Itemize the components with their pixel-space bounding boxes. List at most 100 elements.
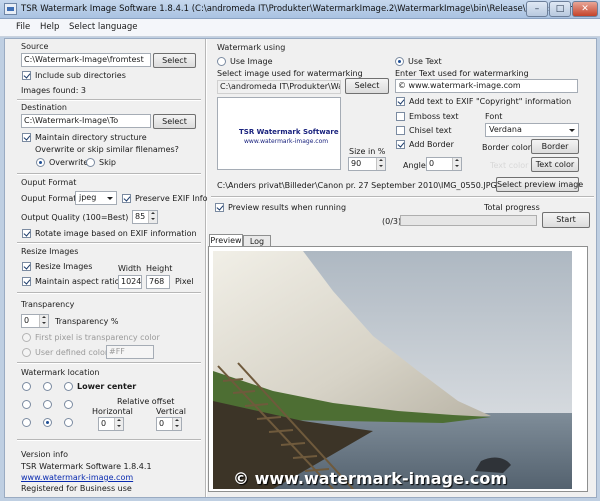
select-preview-button[interactable]: Select preview image xyxy=(496,177,583,192)
include-subdirs-label: Include sub directories xyxy=(35,71,126,80)
chevron-down-icon xyxy=(569,129,575,135)
vertical-offset-stepper[interactable]: 0 xyxy=(156,417,182,431)
source-path-field[interactable]: C:\Watermark-Image\fromtest xyxy=(21,53,151,67)
text-color-button[interactable]: Text color xyxy=(531,157,579,172)
preserve-exif-checkbox[interactable] xyxy=(122,194,131,203)
preview-running-checkbox[interactable] xyxy=(215,203,224,212)
width-field[interactable]: 1024 xyxy=(118,275,142,289)
quality-stepper[interactable]: 85 xyxy=(132,210,158,224)
preview-pane: © www.watermark-image.com xyxy=(208,246,588,492)
destination-header: Destination xyxy=(21,103,67,112)
watermark-text-field[interactable]: © www.watermark-image.com xyxy=(395,79,578,93)
emboss-checkbox[interactable] xyxy=(396,112,405,121)
registered-label: Registered for Business use xyxy=(21,484,132,493)
chisel-checkbox[interactable] xyxy=(396,126,405,135)
menu-select-language[interactable]: Select language xyxy=(69,22,138,32)
overwrite-radio[interactable] xyxy=(36,158,45,167)
pixel-unit-label: Pixel xyxy=(175,277,194,286)
location-radio-middle-left[interactable] xyxy=(22,400,31,409)
version-header: Version info xyxy=(21,450,68,459)
stepper-arrows-icon[interactable] xyxy=(452,158,461,170)
location-radio-top-right[interactable] xyxy=(64,382,73,391)
select-image-label: Select image used for watermarking xyxy=(217,69,363,78)
relative-offset-label: Relative offset xyxy=(117,397,175,406)
vertical-label: Vertical xyxy=(156,407,186,416)
location-radio-bottom-center[interactable] xyxy=(43,418,52,427)
maintain-structure-label: Maintain directory structure xyxy=(35,133,147,142)
transparency-label: Transparency % xyxy=(55,317,119,326)
stepper-arrows-icon[interactable] xyxy=(114,418,123,430)
exif-copyright-label: Add text to EXIF "Copyright" information xyxy=(409,97,572,106)
exif-copyright-checkbox[interactable] xyxy=(396,97,405,106)
border-color-button[interactable]: Border xyxy=(531,139,579,154)
rotate-exif-checkbox[interactable] xyxy=(22,229,31,238)
location-radio-middle-center[interactable] xyxy=(43,400,52,409)
start-button[interactable]: Start xyxy=(542,212,590,228)
quality-label: Output Quality (100=Best) xyxy=(21,213,129,222)
use-image-label: Use Image xyxy=(230,57,273,66)
add-border-checkbox[interactable] xyxy=(396,140,405,149)
preview-file-path: C:\Anders privat\Billeder\Canon pr. 27 S… xyxy=(217,181,497,190)
horizontal-offset-stepper[interactable]: 0 xyxy=(98,417,124,431)
resize-checkbox[interactable] xyxy=(22,262,31,271)
use-image-radio[interactable] xyxy=(217,57,226,66)
height-field[interactable]: 768 xyxy=(146,275,170,289)
location-selected-label: Lower center xyxy=(77,382,137,391)
overwrite-question: Overwrite or skip similar filenames? xyxy=(35,145,179,154)
maximize-icon[interactable]: □ xyxy=(549,1,571,17)
resize-header: Resize Images xyxy=(21,247,79,256)
stepper-arrows-icon[interactable] xyxy=(148,211,157,223)
maintain-structure-checkbox[interactable] xyxy=(22,133,31,142)
aspect-ratio-checkbox[interactable] xyxy=(22,277,31,286)
stepper-arrows-icon[interactable] xyxy=(172,418,181,430)
skip-radio[interactable] xyxy=(86,158,95,167)
minimize-icon[interactable]: – xyxy=(526,1,548,17)
preview-image: © www.watermark-image.com xyxy=(213,251,572,489)
watermark-image-select-button[interactable]: Select xyxy=(345,78,389,94)
menu-file[interactable]: File xyxy=(16,22,30,32)
use-text-radio[interactable] xyxy=(395,57,404,66)
emboss-label: Emboss text xyxy=(409,112,459,121)
watermark-overlay-text: © www.watermark-image.com xyxy=(233,469,508,488)
watermark-using-header: Watermark using xyxy=(217,43,286,52)
close-icon[interactable]: ✕ xyxy=(572,1,598,17)
destination-select-button[interactable]: Select xyxy=(153,114,196,129)
width-label: Width xyxy=(118,264,142,273)
angle-label: Angle xyxy=(403,161,426,170)
transparency-header: Transparency xyxy=(21,300,75,309)
watermark-image-path[interactable]: C:\andromeda IT\Produkter\Watermark xyxy=(217,80,341,94)
overwrite-label: Overwrite xyxy=(49,158,89,167)
stepper-arrows-icon[interactable] xyxy=(39,315,48,327)
source-select-button[interactable]: Select xyxy=(153,53,196,68)
format-select[interactable]: jpeg xyxy=(75,191,117,205)
first-pixel-radio[interactable] xyxy=(22,333,31,342)
menu-bar: File Help Select language xyxy=(0,19,600,37)
thumbnail-url: www.watermark-image.com xyxy=(244,138,329,145)
angle-stepper[interactable]: 0 xyxy=(426,157,462,171)
transparency-stepper[interactable]: 0 xyxy=(21,314,49,328)
website-link[interactable]: www.watermark-image.com xyxy=(21,473,133,482)
location-radio-top-left[interactable] xyxy=(22,382,31,391)
destination-path-field[interactable]: C:\Watermark-Image\To xyxy=(21,114,151,128)
location-radio-bottom-left[interactable] xyxy=(22,418,31,427)
title-bar: TSR Watermark Image Software 1.8.4.1 (C:… xyxy=(0,0,600,19)
rotate-exif-label: Rotate image based on EXIF information xyxy=(35,229,197,238)
divider xyxy=(17,242,201,244)
color-field[interactable]: #FF xyxy=(106,345,154,359)
location-radio-middle-right[interactable] xyxy=(64,400,73,409)
size-stepper[interactable]: 90 xyxy=(348,157,386,171)
first-pixel-label: First pixel is transparency color xyxy=(35,333,160,342)
stepper-arrows-icon[interactable] xyxy=(376,158,385,170)
divider xyxy=(211,196,594,198)
height-label: Height xyxy=(146,264,173,273)
location-radio-bottom-right[interactable] xyxy=(64,418,73,427)
images-found-label: Images found: 3 xyxy=(21,86,87,95)
user-defined-radio[interactable] xyxy=(22,348,31,357)
include-subdirs-checkbox[interactable] xyxy=(22,71,31,80)
output-format-header: Ouput Format xyxy=(21,178,77,187)
location-radio-top-center[interactable] xyxy=(43,382,52,391)
font-select[interactable]: Verdana xyxy=(485,123,579,137)
menu-help[interactable]: Help xyxy=(40,22,59,32)
divider xyxy=(17,362,201,364)
text-color-label: Text color xyxy=(490,161,529,170)
